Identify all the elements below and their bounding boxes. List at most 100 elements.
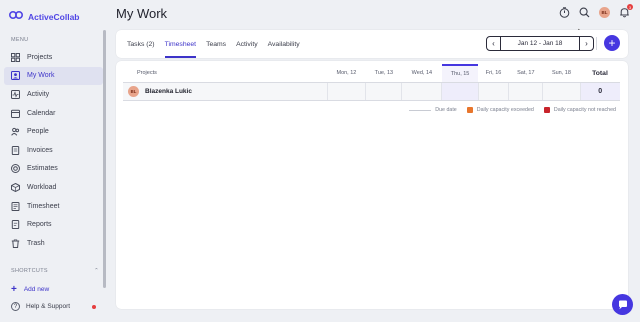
sidebar-item-label: Calendar [27,109,56,117]
sidebar-item-people[interactable]: People [4,122,103,141]
sidebar-item-my-work[interactable]: My Work [4,66,103,86]
add-new-label: Add new [23,286,50,293]
legend-due-date: Due date [409,107,457,113]
sidebar-item-timesheet[interactable]: Timesheet [4,197,103,216]
sidebar-item-reports[interactable]: Reports [4,215,103,234]
person: BL Blazenka Lukic [123,85,327,97]
help-label: Help & Support [26,303,71,310]
timer-icon[interactable] [559,7,570,18]
person-name: Blazenka Lukic [145,87,192,95]
tab-timesheet[interactable]: Timesheet [164,30,197,58]
day-column-header: Mon, 12 [327,65,366,83]
help-icon: ? [11,302,20,311]
sidebar-item-label: My Work [27,72,55,80]
day-column-header: Sun, 18 [542,65,580,83]
table-header-row: Projects Mon, 12 Tue, 13 Wed, 14 Thu, 15… [123,64,620,83]
day-cell[interactable] [508,82,543,101]
tab-teams[interactable]: Teams [206,30,226,58]
total-cell: 0 [579,82,620,101]
day-column-header: Tue, 13 [365,65,402,83]
day-cell-today[interactable] [441,82,479,101]
sidebar-item-workload[interactable]: Workload [4,178,103,197]
prev-week-button[interactable]: ‹ [487,37,500,50]
invoices-icon [11,145,20,155]
sidebar-nav: Projects My Work Activity Calendar Peopl… [4,48,103,253]
sidebar-item-label: People [27,128,49,136]
page-title: My Work [116,6,168,21]
sidebar: ActiveCollab MENU Projects My Work Activ… [0,0,108,322]
my-work-icon [11,71,20,81]
day-column-header: Wed, 14 [401,65,442,83]
sidebar-scrollbar[interactable] [103,30,106,288]
due-date-line-icon [409,109,432,111]
plus-icon: + [11,284,17,295]
sidebar-item-estimates[interactable]: Estimates [4,160,103,179]
user-avatar[interactable]: BL [599,7,610,18]
sidebar-item-activity[interactable]: Activity [4,85,103,104]
chat-support-button[interactable] [612,294,633,315]
day-cell[interactable] [365,82,402,101]
legend-capacity-exceeded: Daily capacity exceeded [466,107,534,113]
notification-badge: 3 [627,4,633,10]
notification-dot [92,304,96,309]
tab-panel: Tasks (2) Timesheet Teams Activity Avail… [116,30,628,58]
day-column-header: Fri, 16 [478,65,509,83]
shortcuts-header[interactable]: SHORTCUTS ⌃ [11,268,99,274]
day-cell[interactable] [542,82,580,101]
calendar-icon [11,109,20,118]
day-cell[interactable] [326,82,366,101]
legend-label: Daily capacity not reached [553,107,616,113]
top-toolbar: BL 3 [559,4,633,18]
total-column-header: Total [580,65,620,83]
shortcuts-title: SHORTCUTS [11,268,48,274]
add-new-shortcut[interactable]: + Add new [11,284,49,295]
projects-icon [11,52,20,62]
timesheet-table: Projects Mon, 12 Tue, 13 Wed, 14 Thu, 15… [123,64,620,101]
sidebar-item-label: Activity [27,90,50,98]
date-range-label[interactable]: Jan 12 - Jan 18 [500,37,580,50]
next-week-button[interactable]: › [580,37,593,50]
day-column-header-today: Thu, 15 [441,64,479,83]
add-button[interactable]: + [604,35,620,51]
bell-icon[interactable]: 3 [619,4,633,18]
tab-activity[interactable]: Activity [236,30,258,58]
chevron-up-icon[interactable]: ⌃ [94,268,99,274]
legend-label: Due date [435,107,457,113]
timesheet-panel: Projects Mon, 12 Tue, 13 Wed, 14 Thu, 15… [116,61,628,309]
activecollab-logo-icon [8,8,24,26]
menu-title: MENU [11,37,29,43]
sidebar-item-invoices[interactable]: Invoices [4,141,103,160]
tab-bar: Tasks (2) Timesheet Teams Activity Avail… [127,30,300,58]
sidebar-item-label: Trash [27,239,45,247]
people-icon [11,127,20,136]
app-logo[interactable]: ActiveCollab [8,8,80,26]
trash-icon [11,239,20,248]
legend-label: Daily capacity exceeded [476,107,534,113]
day-cell[interactable] [401,82,442,101]
tab-availability[interactable]: Availability [268,30,300,58]
day-cell[interactable] [477,82,509,101]
sidebar-item-trash[interactable]: Trash [4,234,103,253]
chevron-left-icon: ‹ [492,39,495,48]
plus-icon: + [608,36,616,50]
sidebar-item-projects[interactable]: Projects [4,48,103,67]
help-support-link[interactable]: ? Help & Support [11,302,96,311]
person-cell[interactable]: BL Blazenka Lukic [123,82,327,101]
search-icon[interactable] [579,7,590,18]
app-name: ActiveCollab [28,12,80,22]
sidebar-item-calendar[interactable]: Calendar [4,104,103,123]
sidebar-item-label: Projects [27,53,53,61]
timesheet-icon [11,201,20,211]
table-row[interactable]: BL Blazenka Lukic 0 [123,82,620,101]
date-range-navigator: ‹ Jan 12 - Jan 18 › [486,36,594,51]
sidebar-item-label: Reports [27,221,52,229]
sidebar-item-label: Estimates [27,165,58,173]
legend-capacity-not-reached: Daily capacity not reached [543,107,616,113]
not-reached-swatch-icon [543,107,550,113]
tab-tasks[interactable]: Tasks (2) [127,30,155,58]
exceeded-swatch-icon [466,107,473,113]
reports-icon [11,220,20,230]
chat-bubble-icon [618,300,627,309]
sidebar-item-label: Workload [27,183,57,191]
day-column-header: Sat, 17 [508,65,543,83]
